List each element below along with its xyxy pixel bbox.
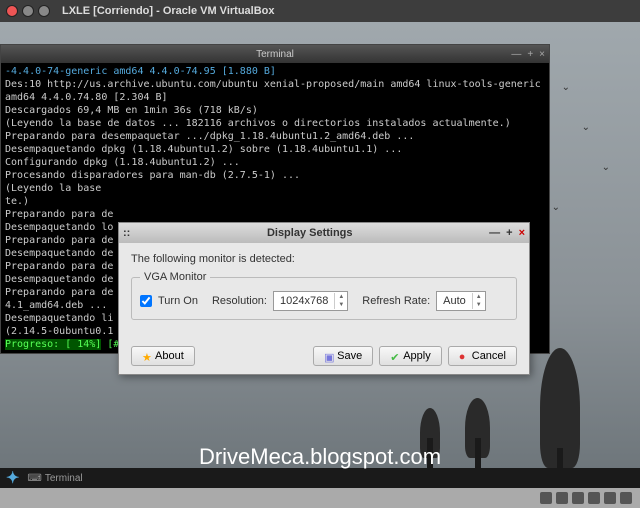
apply-button[interactable]: ✔Apply <box>379 346 442 366</box>
about-button[interactable]: ★About <box>131 346 195 366</box>
chevron-up-icon[interactable]: ▲ <box>473 293 485 301</box>
chevron-down-icon[interactable]: ▼ <box>335 301 347 309</box>
refresh-value: Auto <box>437 295 472 307</box>
vb-shared-icon[interactable] <box>604 492 616 504</box>
maximize-icon[interactable]: + <box>527 49 533 60</box>
resolution-spinner[interactable]: 1024x768 ▲▼ <box>273 291 348 311</box>
chevron-up-icon[interactable]: ▲ <box>335 293 347 301</box>
terminal-icon: ⌨ <box>27 473 41 484</box>
dialog-title: Display Settings <box>130 227 489 239</box>
dialog-icon: :: <box>123 227 130 239</box>
tree-decoration <box>465 398 490 458</box>
turn-on-label: Turn On <box>158 295 198 307</box>
dialog-button-row: ★About ▣Save ✔Apply ●Cancel <box>119 338 529 374</box>
virtualbox-statusbar <box>532 488 640 508</box>
terminal-titlebar[interactable]: Terminal — + × <box>1 45 549 63</box>
resolution-label: Resolution: <box>212 295 267 307</box>
minimize-icon[interactable]: — <box>489 227 500 239</box>
maximize-icon[interactable]: + <box>506 227 512 239</box>
bird-decoration: ⌄ <box>602 162 610 173</box>
bird-decoration: ⌄ <box>562 82 570 93</box>
terminal-title: Terminal <box>256 49 294 60</box>
terminal-window-controls: — + × <box>511 49 545 60</box>
resolution-value: 1024x768 <box>274 295 334 307</box>
refresh-label: Refresh Rate: <box>362 295 430 307</box>
star-icon: ★ <box>142 351 152 361</box>
dialog-body: The following monitor is detected: VGA M… <box>119 243 529 338</box>
vb-network-icon[interactable] <box>572 492 584 504</box>
close-icon[interactable]: × <box>519 227 525 239</box>
dialog-titlebar[interactable]: :: Display Settings — + × <box>119 223 529 243</box>
window-buttons <box>6 5 50 17</box>
stop-icon: ● <box>459 351 469 361</box>
display-settings-dialog[interactable]: :: Display Settings — + × The following … <box>118 222 530 375</box>
monitor-fieldset: VGA Monitor Turn On Resolution: 1024x768… <box>131 271 517 320</box>
tree-decoration <box>420 408 440 458</box>
chevron-down-icon[interactable]: ▼ <box>473 301 485 309</box>
maximize-button[interactable] <box>38 5 50 17</box>
minimize-button[interactable] <box>22 5 34 17</box>
bird-decoration: ⌄ <box>552 202 560 213</box>
vm-screen: ⌄ ⌄ ⌄ ⌄ ◢ 3:00:41 PM 04.16.17 dom 🔊 ⥮ LA… <box>0 22 640 488</box>
save-button[interactable]: ▣Save <box>313 346 373 366</box>
vb-display-icon[interactable] <box>620 492 632 504</box>
vb-usb-icon[interactable] <box>588 492 600 504</box>
progress-label: Progreso: [ 14%] <box>5 339 101 350</box>
refresh-spinner[interactable]: Auto ▲▼ <box>436 291 486 311</box>
close-button[interactable] <box>6 5 18 17</box>
taskbar-item-terminal[interactable]: ⌨ Terminal <box>27 473 82 484</box>
turn-on-checkbox[interactable] <box>140 295 152 307</box>
vb-disk-icon[interactable] <box>540 492 552 504</box>
guest-taskbar: ✦ ⌨ Terminal <box>0 468 640 488</box>
monitor-label: VGA Monitor <box>140 271 210 283</box>
close-icon[interactable]: × <box>539 49 545 60</box>
check-icon: ✔ <box>390 351 400 361</box>
save-icon: ▣ <box>324 351 334 361</box>
bird-decoration: ⌄ <box>582 122 590 133</box>
start-icon[interactable]: ✦ <box>6 468 19 488</box>
tree-decoration <box>540 348 580 468</box>
virtualbox-titlebar: LXLE [Corriendo] - Oracle VM VirtualBox <box>0 0 640 22</box>
minimize-icon[interactable]: — <box>511 49 521 60</box>
cancel-button[interactable]: ●Cancel <box>448 346 517 366</box>
virtualbox-title: LXLE [Corriendo] - Oracle VM VirtualBox <box>62 5 275 17</box>
detect-text: The following monitor is detected: <box>131 253 517 265</box>
vb-optical-icon[interactable] <box>556 492 568 504</box>
